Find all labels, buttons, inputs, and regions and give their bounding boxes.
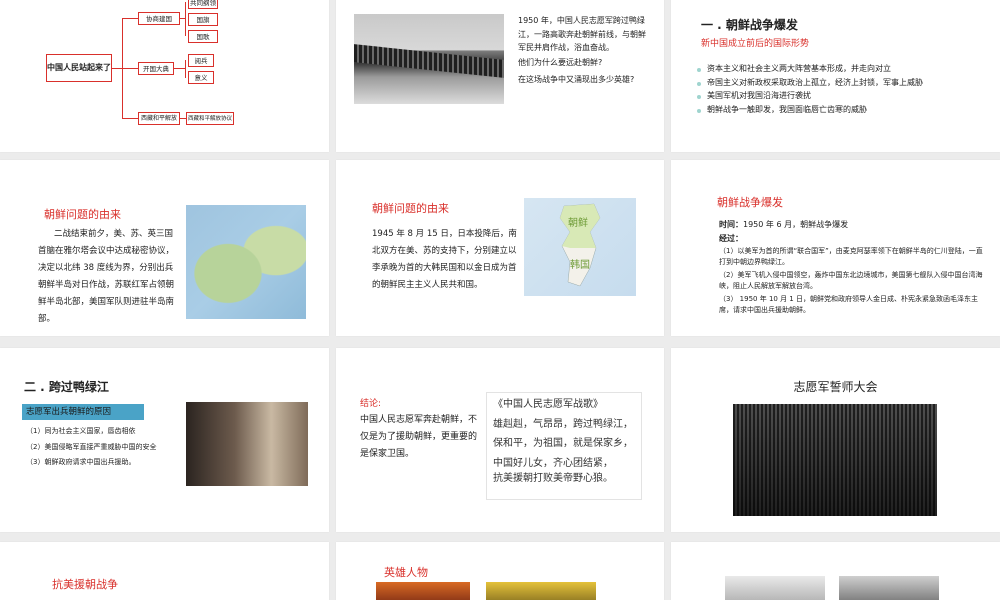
connector [122,68,138,69]
mindmap-branch-1: 协商建国 [138,12,180,25]
connector [185,2,186,36]
reason-list: （1）同为社会主义国家，唇齿相依 （2）美国侵略军直接严重威胁中国的安全 （3）… [26,426,186,468]
mindmap-leaf: 阅兵 [188,54,214,67]
slide-thumbnail-10[interactable]: 抗美援朝战争 [0,542,329,600]
slide-thumbnail-11[interactable]: 英雄人物 [336,542,664,600]
section-subheading: 新中国成立前后的国际形势 [701,39,810,49]
slide-title: 英雄人物 [384,566,428,579]
portrait-photo-1 [725,576,825,600]
peninsula-shape [559,203,601,287]
slide-title: 朝鲜问题的由来 [372,202,449,215]
course-item: （3） 1950 年 10 月 1 日，朝鲜党和政府领导人金日成、朴宪永紧急致函… [719,295,978,314]
conclusion-label: 结论: [360,399,382,409]
slide-title: 抗美援朝战争 [52,578,118,591]
mindmap-branch-3: 西藏和平解放 [138,112,180,125]
slide-thumbnail-2[interactable]: 1950 年，中国人民志愿军跨过鸭绿江，一路高歌奔赴朝鲜前线，与朝鲜军民并肩作战… [336,0,664,152]
bullet-item: 美国军机对我国沿海进行袭扰 [697,89,987,103]
slide-thumbnail-4[interactable]: 朝鲜问题的由来 二战结束前夕，美、苏、英三国首脑在雅尔塔会议中达成秘密协议，决定… [0,160,329,336]
rally-photo [733,404,937,516]
connector [122,18,138,19]
korea-map: 朝鲜 韩国 [524,198,636,296]
river-crossing-photo [354,14,504,104]
song-title: 《中国人民志愿军战歌》 [493,399,603,410]
map-label-north: 朝鲜 [568,218,588,229]
slide-thumbnail-8[interactable]: 结论: 中国人民志愿军奔赴朝鲜，不仅是为了援助朝鲜，更重要的是保家卫国。 《中国… [336,348,664,532]
section-heading: 二 . 跨过鸭绿江 [24,380,109,394]
mindmap-leaf: 西藏和平解放协议 [186,112,234,125]
hero-photo-1 [376,582,470,600]
slide-thumbnail-9[interactable]: 志愿军誓师大会 [671,348,1000,532]
mindmap-leaf: 共同纲领 [188,0,218,9]
section-heading: 一 . 朝鲜战争爆发 [701,18,798,32]
song-line: 中国好儿女，齐心团结紧， [493,457,613,469]
bullet-item: 朝鲜战争一触即发，我国面临唇亡齿寒的威胁 [697,103,987,117]
mindmap-leaf: 国歌 [188,30,218,43]
slide-thumbnail-7[interactable]: 二 . 跨过鸭绿江 志愿军出兵朝鲜的原因 （1）同为社会主义国家，唇齿相依 （2… [0,348,329,532]
hero-photo-2 [486,582,596,600]
regional-map [186,205,306,319]
song-line: 抗美援朝打败美帝野心狼。 [493,473,613,484]
slide-title: 朝鲜战争爆发 [717,196,783,209]
question-2: 在这场战争中又涌现出多少英雄? [518,75,635,84]
connector [112,68,122,69]
slide-thumbnail-6[interactable]: 朝鲜战争爆发 时间：1950 年 6 月，朝鲜战争爆发 经过： （1）以美军为首… [671,160,1000,336]
slide-thumbnail-12[interactable] [671,542,1000,600]
slide-thumbnail-5[interactable]: 朝鲜问题的由来 1945 年 8 月 15 日，日本投降后，南北双方在美、苏的支… [336,160,664,336]
slide-title: 朝鲜问题的由来 [44,208,121,221]
slide-text: 二战结束前夕，美、苏、英三国首脑在雅尔塔会议中达成秘密协议，决定以北纬 38 度… [38,229,175,324]
question-1: 他们为什么要远赴朝鲜? [518,58,603,67]
course-item: （2）美军飞机入侵中国领空，轰炸中国东北边境城市，美国第七舰队入侵中国台湾海峡，… [719,271,983,290]
course-label: 经过： [719,234,743,243]
song-line: 雄赳赳，气昂昂，跨过鸭绿江， [493,418,633,430]
course-item: （1）以美军为首的所谓“联合国军”，由麦克阿瑟率领下在朝鲜半岛的仁川登陆，一直打… [719,247,983,266]
course-list: （1）以美军为首的所谓“联合国军”，由麦克阿瑟率领下在朝鲜半岛的仁川登陆，一直打… [719,246,983,315]
connector [174,68,185,69]
mindmap-root: 中国人民站起来了 [46,54,112,82]
slide-title: 志愿军誓师大会 [793,380,878,394]
reason-item: （2）美国侵略军直接严重威胁中国的安全 [26,442,157,451]
slide-text: 1945 年 8 月 15 日，日本投降后，南北双方在美、苏的支持下，分别建立以… [372,229,517,290]
connector [122,118,138,119]
soldiers-photo [186,402,308,486]
slide-text: 1950 年，中国人民志愿军跨过鸭绿江，一路高歌奔赴朝鲜前线，与朝鲜军民并肩作战… [518,16,646,53]
bullet-list: 资本主义和社会主义两大阵营基本形成，并走向对立 帝国主义对新政权采取政治上孤立，… [697,62,987,116]
time-label: 时间： [719,220,743,229]
mindmap-leaf: 意义 [188,71,214,84]
slide-thumbnail-3[interactable]: 一 . 朝鲜战争爆发 新中国成立前后的国际形势 资本主义和社会主义两大阵营基本形… [671,0,1000,152]
mindmap-branch-2: 开国大典 [138,62,174,75]
reason-item: （1）同为社会主义国家，唇齿相依 [26,427,136,435]
song-lyrics-box: 《中国人民志愿军战歌》 雄赳赳，气昂昂，跨过鸭绿江， 保和平，为祖国，就是保家乡… [486,392,642,500]
time-row: 时间：1950 年 6 月，朝鲜战争爆发 [719,218,979,232]
mindmap-leaf: 国旗 [188,13,218,26]
slide-thumbnail-1[interactable]: 中国人民站起来了 协商建国 共同纲领 国旗 国歌 开国大典 阅兵 意义 西藏和平… [0,0,329,152]
time-value: 1950 年 6 月，朝鲜战争爆发 [743,220,849,229]
song-line: 保和平，为祖国，就是保家乡， [493,438,633,449]
connector [185,60,186,78]
bullet-item: 资本主义和社会主义两大阵营基本形成，并走向对立 [697,62,987,76]
portrait-photo-2 [839,576,939,600]
bullet-item: 帝国主义对新政权采取政治上孤立，经济上封锁，军事上威胁 [697,76,987,90]
reason-item: （3）朝鲜政府请求中国出兵援助。 [26,458,136,466]
map-label-south: 韩国 [570,260,590,271]
conclusion-text: 中国人民志愿军奔赴朝鲜，不仅是为了援助朝鲜，更重要的是保家卫国。 [360,415,478,460]
reason-tag: 志愿军出兵朝鲜的原因 [22,404,144,420]
